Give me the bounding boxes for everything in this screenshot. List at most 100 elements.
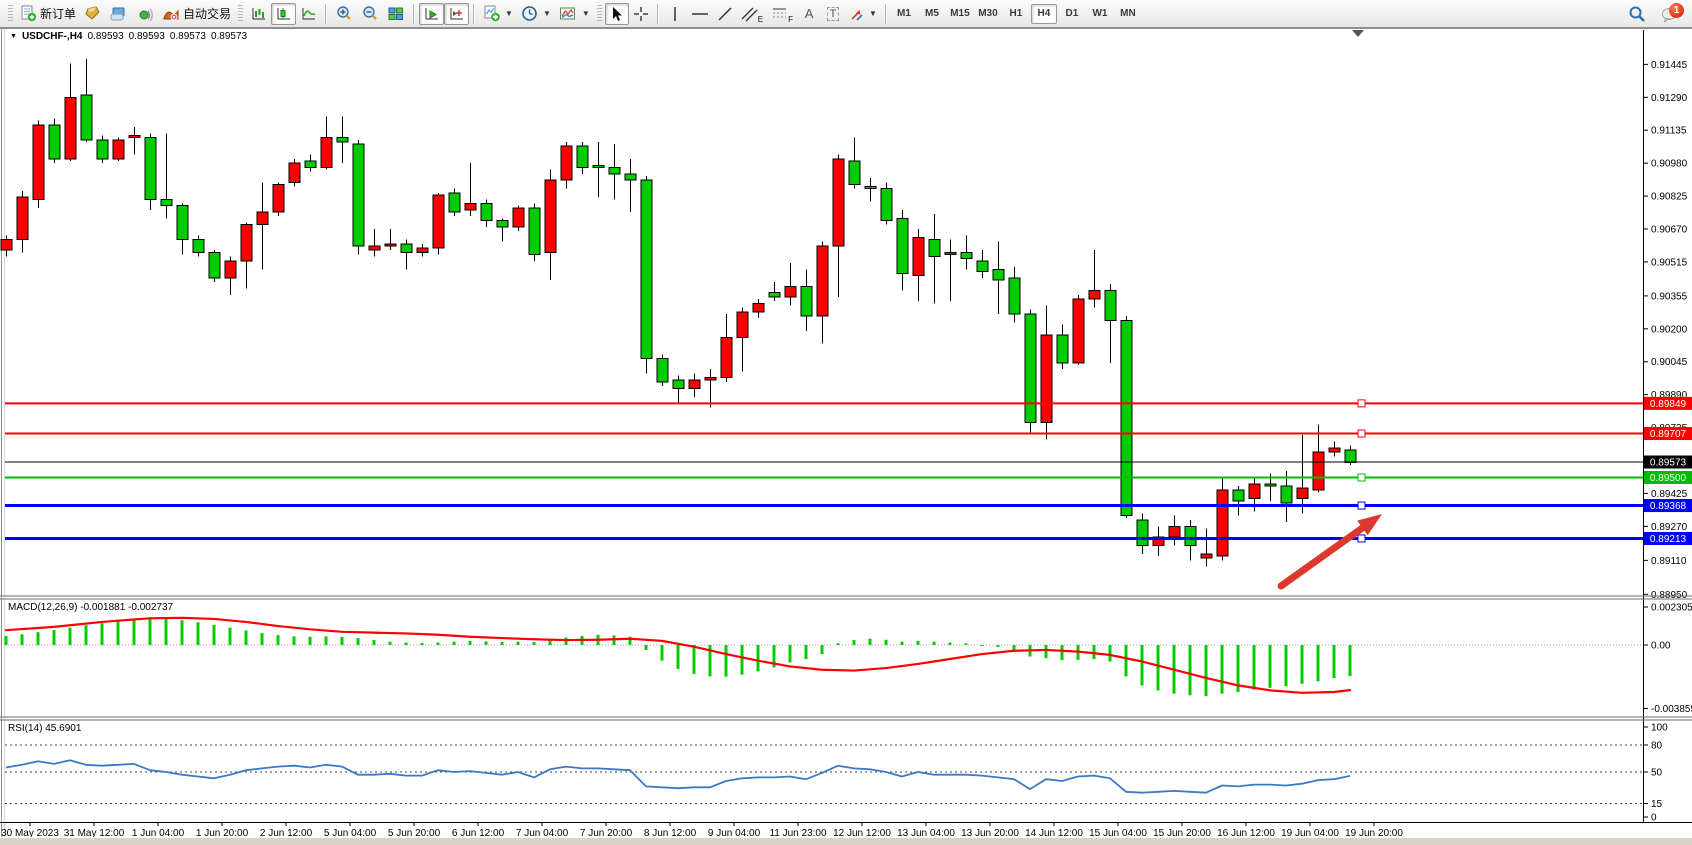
zoom-in-button[interactable] — [331, 3, 357, 25]
line-handle[interactable] — [1358, 400, 1365, 407]
candle-bearish — [81, 95, 92, 140]
new-order-label: 新订单 — [40, 5, 76, 22]
candle-bearish — [1281, 486, 1292, 503]
toolbar-separator — [657, 4, 659, 24]
dropdown-arrow-icon[interactable]: ▼ — [505, 9, 513, 18]
price-chart[interactable]: 0.914450.912900.911350.909800.908250.906… — [0, 28, 1692, 845]
macd-histogram-bar — [965, 643, 968, 645]
timeframe-button-d1[interactable]: D1 — [1059, 4, 1085, 24]
macd-histogram-bar — [677, 645, 680, 669]
chart-title: ▼ USDCHF-,H4 0.89593 0.89593 0.89573 0.8… — [10, 31, 247, 42]
macd-histogram-bar — [1141, 645, 1144, 685]
candle-bullish — [817, 246, 828, 316]
cursor-tool-button[interactable] — [605, 3, 629, 25]
toolbar-separator — [885, 4, 887, 24]
timeframe-button-m5[interactable]: M5 — [919, 4, 945, 24]
candle-bearish — [481, 204, 492, 221]
macd-histogram-bar — [421, 643, 424, 645]
candlestick-mode-button[interactable] — [271, 3, 296, 25]
macd-histogram-bar — [1301, 645, 1304, 684]
new-order-button[interactable]: 新订单 — [16, 3, 80, 25]
macd-histogram-bar — [693, 645, 696, 674]
zoom-in-icon — [335, 5, 353, 22]
candle-bearish — [769, 293, 780, 297]
channel-tool-button[interactable]: E — [737, 3, 767, 25]
trendline-icon — [717, 6, 733, 22]
timeframe-button-h1[interactable]: H1 — [1003, 4, 1029, 24]
templates-button[interactable]: ▼ — [555, 3, 594, 25]
notification-badge: 1 — [1669, 3, 1684, 18]
dropdown-arrow-icon[interactable]: ▼ — [869, 9, 877, 18]
fibonacci-tool-button[interactable]: F — [767, 3, 797, 25]
macd-histogram-bar — [1317, 645, 1320, 681]
auto-trading-button[interactable]: 自动交易 — [158, 3, 235, 25]
macd-histogram-bar — [261, 633, 264, 645]
auto-scroll-button[interactable] — [419, 3, 444, 25]
timeframe-button-m30[interactable]: M30 — [975, 4, 1001, 24]
text-label-tool-button[interactable]: T — [821, 3, 845, 25]
price-badge-label: 0.89707 — [1650, 429, 1687, 440]
macd-histogram-bar — [949, 643, 952, 645]
candlestick-icon — [275, 6, 292, 22]
line-handle[interactable] — [1358, 430, 1365, 437]
macd-histogram-bar — [1221, 645, 1224, 694]
price-tick-label: 0.91290 — [1651, 93, 1688, 104]
candle-bearish — [1105, 291, 1116, 321]
candle-bullish — [241, 225, 252, 261]
sound-alert-button[interactable] — [132, 3, 158, 25]
chart-shift-icon — [448, 6, 465, 22]
dropdown-arrow-icon[interactable]: ▼ — [582, 9, 590, 18]
macd-histogram-bar — [565, 638, 568, 645]
dropdown-arrow-icon[interactable]: ▼ — [543, 9, 551, 18]
macd-label: MACD(12,26,9) -0.001881 -0.002737 — [8, 602, 174, 613]
price-tick-label: 0.91135 — [1651, 126, 1687, 137]
line-handle[interactable] — [1358, 474, 1365, 481]
timeframe-button-m1[interactable]: M1 — [891, 4, 917, 24]
toolbar-right-tools: 1 — [1623, 3, 1687, 25]
collapse-chart-icon[interactable]: ▼ — [10, 33, 17, 40]
tile-windows-button[interactable] — [383, 3, 409, 25]
chart-shift-button[interactable] — [444, 3, 469, 25]
candle-bullish — [1089, 291, 1100, 299]
rsi-axis-label: 100 — [1651, 723, 1668, 734]
price-tick-label: 0.89110 — [1651, 556, 1687, 567]
line-handle[interactable] — [1358, 535, 1365, 542]
notifications-button[interactable]: 1 — [1657, 3, 1683, 25]
candle-bullish — [257, 212, 268, 225]
rsi-axis-label: 80 — [1651, 741, 1663, 752]
toolbar-grip — [8, 5, 13, 23]
candle-bearish — [305, 161, 316, 167]
line-handle[interactable] — [1358, 502, 1365, 509]
timeframe-button-w1[interactable]: W1 — [1087, 4, 1113, 24]
candle-bullish — [113, 140, 124, 159]
candle-bullish — [1, 240, 12, 251]
timeframe-button-m15[interactable]: M15 — [947, 4, 973, 24]
trendline-tool-button[interactable] — [713, 3, 737, 25]
periods-button[interactable]: ▼ — [517, 3, 555, 25]
candle-bullish — [433, 195, 444, 248]
macd-histogram-bar — [549, 640, 552, 645]
zoom-out-button[interactable] — [357, 3, 383, 25]
arrows-tool-button[interactable]: ▼ — [845, 3, 881, 25]
macd-histogram-bar — [1269, 645, 1272, 688]
crosshair-tool-button[interactable] — [629, 3, 653, 25]
timeframe-button-h4[interactable]: H4 — [1031, 4, 1057, 24]
equidistant-channel-icon — [741, 6, 758, 22]
terminal-button[interactable] — [106, 3, 132, 25]
search-button[interactable] — [1623, 3, 1651, 25]
macd-histogram-bar — [373, 640, 376, 645]
indicators-button[interactable]: ▼ — [479, 3, 517, 25]
rsi-axis-label: 15 — [1651, 799, 1663, 810]
candle-bearish — [145, 138, 156, 200]
market-watch-button[interactable] — [80, 3, 106, 25]
bar-chart-mode-button[interactable] — [246, 3, 271, 25]
current-price-label: 0.89573 — [1650, 458, 1687, 469]
horizontal-line-tool-button[interactable] — [687, 3, 713, 25]
line-chart-mode-button[interactable] — [296, 3, 321, 25]
macd-histogram-bar — [997, 645, 1000, 647]
vertical-line-tool-button[interactable] — [663, 3, 687, 25]
macd-histogram-bar — [1013, 645, 1016, 650]
timeframe-button-mn[interactable]: MN — [1115, 4, 1141, 24]
text-tool-button[interactable]: A — [797, 3, 821, 25]
arrows-tool-icon — [849, 6, 865, 22]
